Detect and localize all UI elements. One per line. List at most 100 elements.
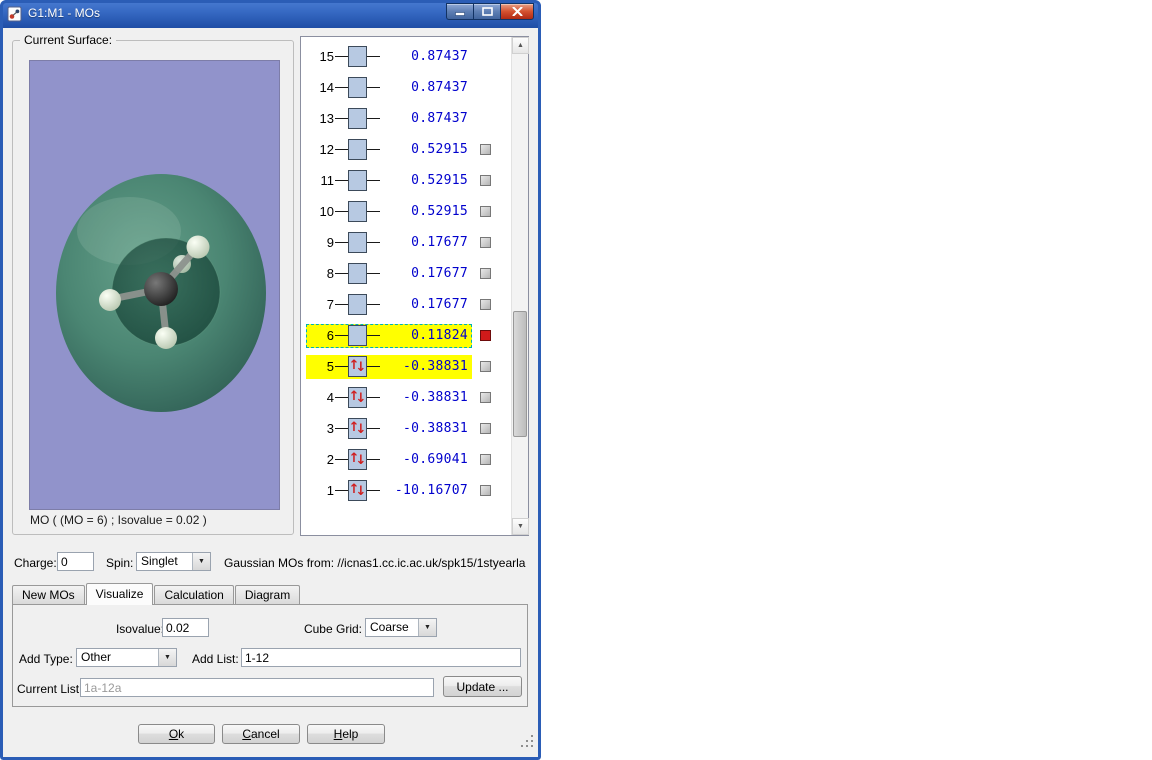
mo-checkbox[interactable] bbox=[480, 299, 491, 310]
mo-row-main[interactable]: 6 ↑↓ 0.11824 bbox=[306, 324, 472, 348]
mo-row[interactable]: 1 ↑↓ -10.16707 bbox=[301, 475, 511, 506]
mo-checkbox[interactable] bbox=[480, 392, 491, 403]
mo-row-main[interactable]: 2 ↑↓ -0.69041 bbox=[306, 448, 472, 472]
charge-input[interactable] bbox=[57, 552, 94, 571]
mo-occupancy-box[interactable]: ↑↓ bbox=[348, 294, 367, 315]
mo-occupancy-box[interactable]: ↑↓ bbox=[348, 108, 367, 129]
mo-checkbox[interactable] bbox=[480, 423, 491, 434]
mo-row[interactable]: 12 ↑↓ 0.52915 bbox=[301, 134, 511, 165]
mo-line-left bbox=[335, 273, 348, 274]
mo-occupancy-box[interactable]: ↑↓ bbox=[348, 46, 367, 67]
scrollbar-thumb[interactable] bbox=[513, 311, 527, 437]
mo-number: 2 bbox=[310, 452, 335, 467]
add-list-label: Add List: bbox=[192, 652, 239, 666]
spin-down-arrow: ↓ bbox=[356, 361, 367, 374]
mo-occupancy-box[interactable]: ↑↓ bbox=[348, 201, 367, 222]
mo-occupancy-box[interactable]: ↑↓ bbox=[348, 77, 367, 98]
mo-row-main[interactable]: 8 ↑↓ 0.17677 bbox=[306, 262, 472, 286]
current-list-input[interactable] bbox=[80, 678, 434, 697]
mo-line-right bbox=[367, 335, 380, 336]
mo-row[interactable]: 14 ↑↓ 0.87437 bbox=[301, 72, 511, 103]
tab-new-mos[interactable]: New MOs bbox=[12, 585, 85, 604]
mo-occupancy-box[interactable]: ↑↓ bbox=[348, 387, 367, 408]
mo-occupancy-box[interactable]: ↑↓ bbox=[348, 356, 367, 377]
mo-row[interactable]: 9 ↑↓ 0.17677 bbox=[301, 227, 511, 258]
scroll-down-button[interactable]: ▼ bbox=[512, 518, 529, 535]
add-type-dropdown-button[interactable]: ▼ bbox=[158, 649, 176, 666]
mo-scrollbar[interactable]: ▲ ▼ bbox=[511, 37, 528, 535]
gaussian-source-text: Gaussian MOs from: //icnas1.cc.ic.ac.uk/… bbox=[224, 556, 536, 570]
mo-row-main[interactable]: 14 ↑↓ 0.87437 bbox=[306, 76, 472, 100]
mo-number: 11 bbox=[310, 173, 335, 188]
mo-row[interactable]: 11 ↑↓ 0.52915 bbox=[301, 165, 511, 196]
mo-checkbox[interactable] bbox=[480, 175, 491, 186]
mo-row-main[interactable]: 9 ↑↓ 0.17677 bbox=[306, 231, 472, 255]
mo-row[interactable]: 7 ↑↓ 0.17677 bbox=[301, 289, 511, 320]
mo-checkbox[interactable] bbox=[480, 206, 491, 217]
add-type-select[interactable]: Other ▼ bbox=[76, 648, 177, 667]
mo-row[interactable]: 8 ↑↓ 0.17677 bbox=[301, 258, 511, 289]
mo-checkbox[interactable] bbox=[480, 361, 491, 372]
mo-row-main[interactable]: 13 ↑↓ 0.87437 bbox=[306, 107, 472, 131]
molecule-viewport[interactable] bbox=[29, 60, 280, 510]
mo-number: 15 bbox=[310, 49, 335, 64]
mo-list-panel: 15 ↑↓ 0.87437 14 ↑↓ 0.87437 13 ↑↓ 0.8743… bbox=[300, 36, 529, 536]
mo-row[interactable]: 5 ↑↓ -0.38831 bbox=[301, 351, 511, 382]
mo-occupancy-box[interactable]: ↑↓ bbox=[348, 139, 367, 160]
add-list-input[interactable] bbox=[241, 648, 521, 667]
mo-occupancy-box[interactable]: ↑↓ bbox=[348, 325, 367, 346]
chevron-down-icon: ▼ bbox=[164, 654, 171, 661]
mo-row-main[interactable]: 3 ↑↓ -0.38831 bbox=[306, 417, 472, 441]
minimize-button[interactable] bbox=[446, 3, 473, 20]
titlebar[interactable]: G1:M1 - MOs bbox=[0, 0, 541, 28]
mo-occupancy-box[interactable]: ↑↓ bbox=[348, 170, 367, 191]
scroll-up-button[interactable]: ▲ bbox=[512, 37, 529, 54]
mo-checkbox[interactable] bbox=[480, 330, 491, 341]
mo-row-main[interactable]: 12 ↑↓ 0.52915 bbox=[306, 138, 472, 162]
spin-dropdown-button[interactable]: ▼ bbox=[192, 553, 210, 570]
cancel-button[interactable]: Cancel bbox=[222, 724, 300, 744]
mo-row[interactable]: 2 ↑↓ -0.69041 bbox=[301, 444, 511, 475]
tab-calculation[interactable]: Calculation bbox=[154, 585, 233, 604]
mo-line-left bbox=[335, 211, 348, 212]
mo-row[interactable]: 13 ↑↓ 0.87437 bbox=[301, 103, 511, 134]
mo-row[interactable]: 6 ↑↓ 0.11824 bbox=[301, 320, 511, 351]
mo-row[interactable]: 3 ↑↓ -0.38831 bbox=[301, 413, 511, 444]
help-button[interactable]: Help bbox=[307, 724, 385, 744]
mo-row-main[interactable]: 1 ↑↓ -10.16707 bbox=[306, 479, 472, 503]
mo-occupancy-box[interactable]: ↑↓ bbox=[348, 418, 367, 439]
mo-checkbox[interactable] bbox=[480, 144, 491, 155]
tab-visualize[interactable]: Visualize bbox=[86, 583, 154, 605]
mo-occupancy-box[interactable]: ↑↓ bbox=[348, 232, 367, 253]
mo-checkbox[interactable] bbox=[480, 237, 491, 248]
close-button[interactable] bbox=[500, 3, 534, 20]
mo-line-right bbox=[367, 180, 380, 181]
tab-diagram[interactable]: Diagram bbox=[235, 585, 300, 604]
cube-grid-select[interactable]: Coarse ▼ bbox=[365, 618, 437, 637]
mo-row[interactable]: 15 ↑↓ 0.87437 bbox=[301, 41, 511, 72]
mo-row[interactable]: 4 ↑↓ -0.38831 bbox=[301, 382, 511, 413]
cube-grid-dropdown-button[interactable]: ▼ bbox=[418, 619, 436, 636]
ok-button[interactable]: Ok bbox=[138, 724, 215, 744]
mo-row-main[interactable]: 15 ↑↓ 0.87437 bbox=[306, 45, 472, 69]
mo-checkbox[interactable] bbox=[480, 485, 491, 496]
mo-row-main[interactable]: 10 ↑↓ 0.52915 bbox=[306, 200, 472, 224]
mo-row-main[interactable]: 7 ↑↓ 0.17677 bbox=[306, 293, 472, 317]
mo-energy: 0.11824 bbox=[380, 328, 468, 343]
mo-row[interactable]: 10 ↑↓ 0.52915 bbox=[301, 196, 511, 227]
isovalue-input[interactable] bbox=[162, 618, 209, 637]
mo-occupancy-box[interactable]: ↑↓ bbox=[348, 480, 367, 501]
mo-occupancy-box[interactable]: ↑↓ bbox=[348, 263, 367, 284]
resize-grip[interactable] bbox=[531, 745, 533, 747]
add-type-label: Add Type: bbox=[19, 652, 73, 666]
spin-select[interactable]: Singlet ▼ bbox=[136, 552, 211, 571]
maximize-button[interactable] bbox=[473, 3, 500, 20]
mo-row-main[interactable]: 5 ↑↓ -0.38831 bbox=[306, 355, 472, 379]
mo-occupancy-box[interactable]: ↑↓ bbox=[348, 449, 367, 470]
update-button[interactable]: Update ... bbox=[443, 676, 522, 697]
mo-checkbox[interactable] bbox=[480, 268, 491, 279]
mo-row-main[interactable]: 11 ↑↓ 0.52915 bbox=[306, 169, 472, 193]
mo-row-main[interactable]: 4 ↑↓ -0.38831 bbox=[306, 386, 472, 410]
mo-checkbox[interactable] bbox=[480, 454, 491, 465]
mo-line-left bbox=[335, 149, 348, 150]
